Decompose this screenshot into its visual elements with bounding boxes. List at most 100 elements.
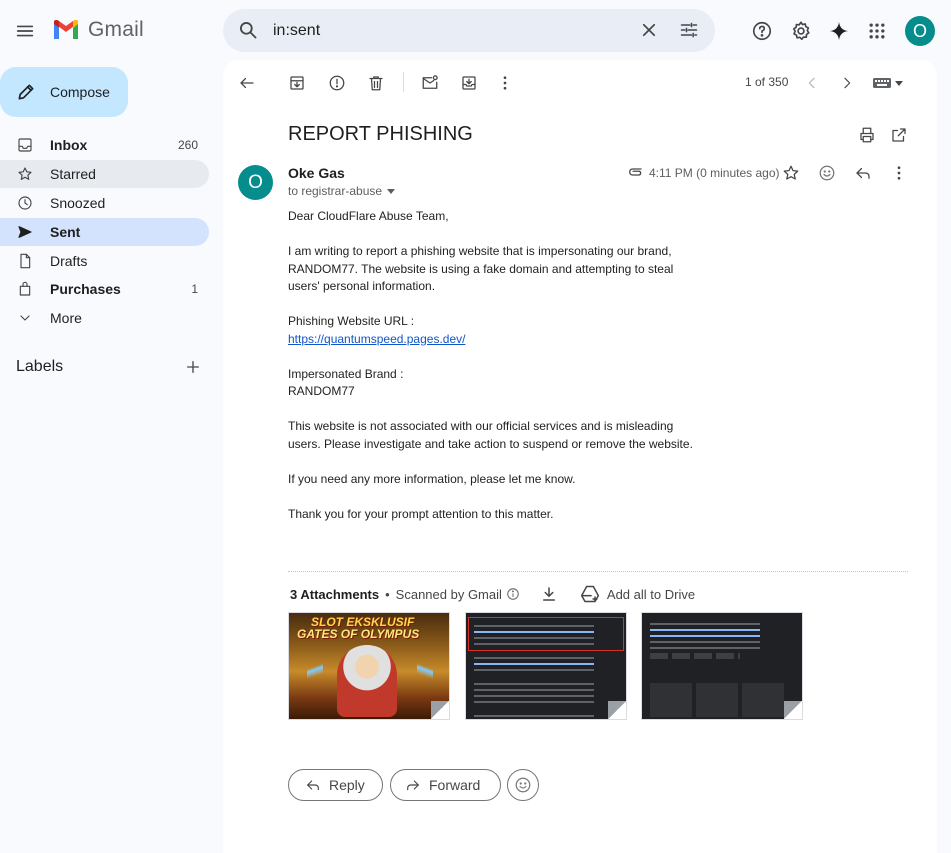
search-button[interactable] <box>235 17 261 43</box>
account-avatar[interactable]: O <box>905 16 935 46</box>
email-body: Dear CloudFlare Abuse Team, I am writing… <box>288 208 708 541</box>
separator-dot: • <box>385 586 390 602</box>
sidebar-item-purchases[interactable]: Purchases 1 <box>0 275 209 303</box>
sidebar-item-starred[interactable]: Starred <box>0 160 209 188</box>
draft-file-icon <box>17 253 33 269</box>
create-label-button[interactable] <box>182 356 204 378</box>
close-icon <box>642 23 656 37</box>
move-to-button[interactable] <box>457 71 481 95</box>
paperclip-icon <box>629 168 642 176</box>
reply-icon-button[interactable] <box>851 161 875 185</box>
gear-icon <box>792 21 810 41</box>
message-more-button[interactable] <box>887 161 911 185</box>
google-apps-button[interactable] <box>862 16 892 46</box>
clear-search-button[interactable] <box>636 17 662 43</box>
compose-label: Compose <box>50 84 110 100</box>
screenshot-lines <box>474 625 594 627</box>
forward-icon <box>407 780 419 791</box>
inbox-icon <box>17 137 33 153</box>
attachment-indicator <box>623 160 647 184</box>
sidebar-item-more[interactable]: More <box>0 304 209 332</box>
forward-label: Forward <box>429 777 481 793</box>
star-icon <box>783 165 799 180</box>
phishing-url-link[interactable]: https://quantumspeed.pages.dev/ <box>288 332 465 346</box>
recipient-label: to registrar-abuse <box>288 184 383 198</box>
dropdown-arrow-icon <box>387 189 396 194</box>
sidebar-item-sent[interactable]: Sent <box>0 218 209 246</box>
newer-button[interactable] <box>800 71 824 95</box>
attachment-thumbnail-3[interactable] <box>641 612 803 720</box>
sidebar-item-label: Starred <box>50 166 96 182</box>
reply-button[interactable]: Reply <box>288 769 383 801</box>
add-all-to-drive-label: Add all to Drive <box>606 586 696 602</box>
tune-icon <box>680 22 698 38</box>
url-label: Phishing Website URL : <box>288 314 415 328</box>
gemini-button[interactable] <box>824 16 854 46</box>
hamburger-menu-icon <box>16 25 34 37</box>
email-subject: REPORT PHISHING <box>288 123 473 145</box>
main-menu-button[interactable] <box>10 16 40 46</box>
mark-unread-button[interactable] <box>418 71 442 95</box>
gmail-logo[interactable]: Gmail <box>52 18 144 42</box>
delete-button[interactable] <box>364 71 388 95</box>
search-input[interactable] <box>273 20 623 42</box>
star-button[interactable] <box>779 161 803 185</box>
settings-button[interactable] <box>786 16 816 46</box>
sender-avatar[interactable]: O <box>238 165 273 200</box>
reply-icon <box>307 780 319 791</box>
page-fold <box>431 701 449 719</box>
chevron-left-icon <box>808 77 815 89</box>
download-all-icon[interactable] <box>540 585 558 603</box>
emoji-icon <box>515 777 531 793</box>
report-icon <box>329 75 345 91</box>
add-all-to-drive-button[interactable]: Add all to Drive <box>580 584 695 604</box>
screenshot-lines <box>650 623 760 625</box>
older-button[interactable] <box>835 71 859 95</box>
add-reaction-button[interactable] <box>815 161 839 185</box>
artwork-figure <box>337 645 397 717</box>
pagination-label: 1 of 350 <box>745 75 789 89</box>
sidebar-item-inbox[interactable]: Inbox 260 <box>0 131 209 159</box>
recipient-details[interactable]: to registrar-abuse <box>288 184 396 198</box>
toolbar-divider <box>403 72 404 92</box>
more-options-button[interactable] <box>493 71 517 95</box>
gemini-spark-icon <box>829 21 849 41</box>
help-button[interactable] <box>747 16 777 46</box>
search-icon <box>240 22 257 39</box>
unread-count: 260 <box>177 138 198 152</box>
back-button[interactable] <box>235 71 259 95</box>
open-new-window-button[interactable] <box>887 123 911 147</box>
star-icon <box>17 166 33 182</box>
scanned-label: Scanned by Gmail <box>395 586 502 602</box>
compose-button[interactable]: Compose <box>0 67 128 117</box>
message-view: 1 of 350 REPORT PHISHING O Oke Gas to re… <box>223 60 937 853</box>
artwork-lightning <box>417 643 433 703</box>
search-bar[interactable] <box>223 9 715 52</box>
sidebar-item-label: Inbox <box>50 137 88 153</box>
attachment-thumbnail-2[interactable] <box>465 612 627 720</box>
print-button[interactable] <box>855 123 879 147</box>
input-tools-button[interactable] <box>871 71 907 95</box>
attachment-thumbnail-1[interactable]: SLOT EKSKLUSIF GATES OF OLYMPUS <box>288 612 450 720</box>
sender-name[interactable]: Oke Gas <box>288 165 345 181</box>
sidebar-item-label: Drafts <box>50 253 88 269</box>
reply-label: Reply <box>329 777 365 793</box>
sidebar-item-drafts[interactable]: Drafts <box>0 247 209 275</box>
reply-icon <box>856 167 870 179</box>
help-icon <box>752 21 772 41</box>
emoji-reaction-button[interactable] <box>507 769 539 801</box>
info-icon[interactable] <box>506 587 520 601</box>
sidebar-item-label: More <box>50 310 82 326</box>
body-paragraph: I am writing to report a phishing websit… <box>288 244 674 293</box>
search-options-button[interactable] <box>676 17 702 43</box>
chevron-right-icon <box>844 77 851 89</box>
mark-email-unread-icon <box>422 75 438 89</box>
shopping-bag-icon <box>17 281 33 297</box>
archive-button[interactable] <box>285 71 309 95</box>
sidebar-item-snoozed[interactable]: Snoozed <box>0 189 209 217</box>
sidebar-item-label: Purchases <box>50 281 121 297</box>
report-spam-button[interactable] <box>325 71 349 95</box>
body-paragraph: Thank you for your prompt attention to t… <box>288 506 554 521</box>
forward-button[interactable]: Forward <box>390 769 501 801</box>
apps-grid-icon <box>869 23 885 39</box>
